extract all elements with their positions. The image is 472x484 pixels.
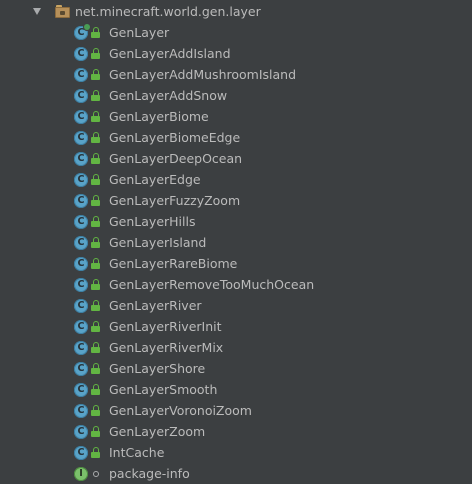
tree-node-class[interactable]: C GenLayerBiomeEdge <box>0 127 472 148</box>
tree-node-class[interactable]: C GenLayer <box>0 22 472 43</box>
lock-icon <box>91 384 101 395</box>
class-icon: C <box>74 445 88 460</box>
package-name: net.minecraft.world.gen.layer <box>75 4 261 19</box>
tree-node-class[interactable]: C GenLayerVoronoiZoom <box>0 400 472 421</box>
class-icon: C <box>74 172 88 187</box>
lock-icon <box>91 363 101 374</box>
tree-node-label: IntCache <box>109 445 165 460</box>
lock-icon <box>91 195 101 206</box>
class-icon: C <box>74 67 88 82</box>
lock-icon <box>91 27 101 38</box>
lock-icon <box>91 174 101 185</box>
tree-node-class[interactable]: C GenLayerAddSnow <box>0 85 472 106</box>
lock-icon <box>91 153 101 164</box>
tree-node-class[interactable]: C GenLayerIsland <box>0 232 472 253</box>
lock-icon <box>91 405 101 416</box>
class-icon: C <box>74 214 88 229</box>
tree-node-class[interactable]: C GenLayerAddMushroomIsland <box>0 64 472 85</box>
lock-icon <box>91 342 101 353</box>
class-icon: C <box>74 88 88 103</box>
class-icon: C <box>74 298 88 313</box>
tree-node-label: GenLayerBiome <box>109 109 209 124</box>
tree-node-label: GenLayerEdge <box>109 172 201 187</box>
package-private-icon <box>91 468 101 479</box>
tree-node-label: GenLayerHills <box>109 214 196 229</box>
lock-icon <box>91 111 101 122</box>
class-icon: C <box>74 361 88 376</box>
tree-node-label: GenLayerRareBiome <box>109 256 238 271</box>
tree-node-class[interactable]: C GenLayerFuzzyZoom <box>0 190 472 211</box>
tree-node-class[interactable]: C GenLayerRemoveTooMuchOcean <box>0 274 472 295</box>
tree-node-package[interactable]: net.minecraft.world.gen.layer <box>0 1 472 22</box>
tree-node-label: GenLayerAddSnow <box>109 88 228 103</box>
tree-node-class[interactable]: C GenLayerShore <box>0 358 472 379</box>
tree-node-label: GenLayerZoom <box>109 424 206 439</box>
tree-node-label: GenLayerDeepOcean <box>109 151 243 166</box>
lock-icon <box>91 300 101 311</box>
run-marker-icon <box>84 23 90 30</box>
chevron-down-icon[interactable] <box>33 8 41 15</box>
project-tree: net.minecraft.world.gen.layer C GenLayer C… <box>0 0 472 484</box>
class-icon: C <box>74 424 88 439</box>
tree-node-class[interactable]: C GenLayerHills <box>0 211 472 232</box>
tree-node-class[interactable]: C GenLayerRiver <box>0 295 472 316</box>
tree-node-class[interactable]: C GenLayerRiverInit <box>0 316 472 337</box>
lock-icon <box>91 69 101 80</box>
tree-node-class[interactable]: C GenLayerSmooth <box>0 379 472 400</box>
lock-icon <box>91 48 101 59</box>
tree-node-label: GenLayerRemoveTooMuchOcean <box>109 277 315 292</box>
lock-icon <box>91 426 101 437</box>
lock-icon <box>91 237 101 248</box>
package-folder-icon <box>55 4 71 19</box>
lock-icon <box>91 216 101 227</box>
tree-node-label: GenLayerFuzzyZoom <box>109 193 241 208</box>
tree-node-class[interactable]: C GenLayerRareBiome <box>0 253 472 274</box>
tree-node-class[interactable]: C GenLayerZoom <box>0 421 472 442</box>
class-icon: C <box>74 403 88 418</box>
tree-node-label: GenLayerRiverInit <box>109 319 222 334</box>
tree-node-label: GenLayerRiver <box>109 298 202 313</box>
class-icon: C <box>74 23 90 40</box>
lock-icon <box>91 279 101 290</box>
class-icon: C <box>74 319 88 334</box>
class-icon: C <box>74 382 88 397</box>
class-icon: C <box>74 235 88 250</box>
tree-node-class[interactable]: C GenLayerAddIsland <box>0 43 472 64</box>
tree-node-label: GenLayerBiomeEdge <box>109 130 241 145</box>
lock-icon <box>91 321 101 332</box>
tree-node-label: GenLayerSmooth <box>109 382 218 397</box>
tree-node-label: GenLayerIsland <box>109 235 207 250</box>
interface-icon: I <box>74 466 88 481</box>
lock-icon <box>91 258 101 269</box>
tree-node-class[interactable]: C GenLayerDeepOcean <box>0 148 472 169</box>
tree-node-class[interactable]: C IntCache <box>0 442 472 463</box>
lock-icon <box>91 447 101 458</box>
class-icon: C <box>74 277 88 292</box>
tree-node-label: GenLayerVoronoiZoom <box>109 403 252 418</box>
class-icon: C <box>74 151 88 166</box>
class-icon: C <box>74 46 88 61</box>
class-icon: C <box>74 109 88 124</box>
tree-node-label: GenLayerRiverMix <box>109 340 224 355</box>
tree-node-label: GenLayerShore <box>109 361 206 376</box>
tree-node-class[interactable]: C GenLayerRiverMix <box>0 337 472 358</box>
tree-node-class[interactable]: C GenLayerBiome <box>0 106 472 127</box>
tree-node-class[interactable]: C GenLayerEdge <box>0 169 472 190</box>
class-icon: C <box>74 256 88 271</box>
tree-node-label: package-info <box>109 466 190 481</box>
lock-icon <box>91 90 101 101</box>
class-icon: C <box>74 340 88 355</box>
tree-node-class[interactable]: Ipackage-info <box>0 463 472 484</box>
tree-node-label: GenLayer <box>109 25 170 40</box>
tree-node-label: GenLayerAddIsland <box>109 46 231 61</box>
class-icon: C <box>74 130 88 145</box>
tree-node-label: GenLayerAddMushroomIsland <box>109 67 297 82</box>
lock-icon <box>91 132 101 143</box>
class-icon: C <box>74 193 88 208</box>
